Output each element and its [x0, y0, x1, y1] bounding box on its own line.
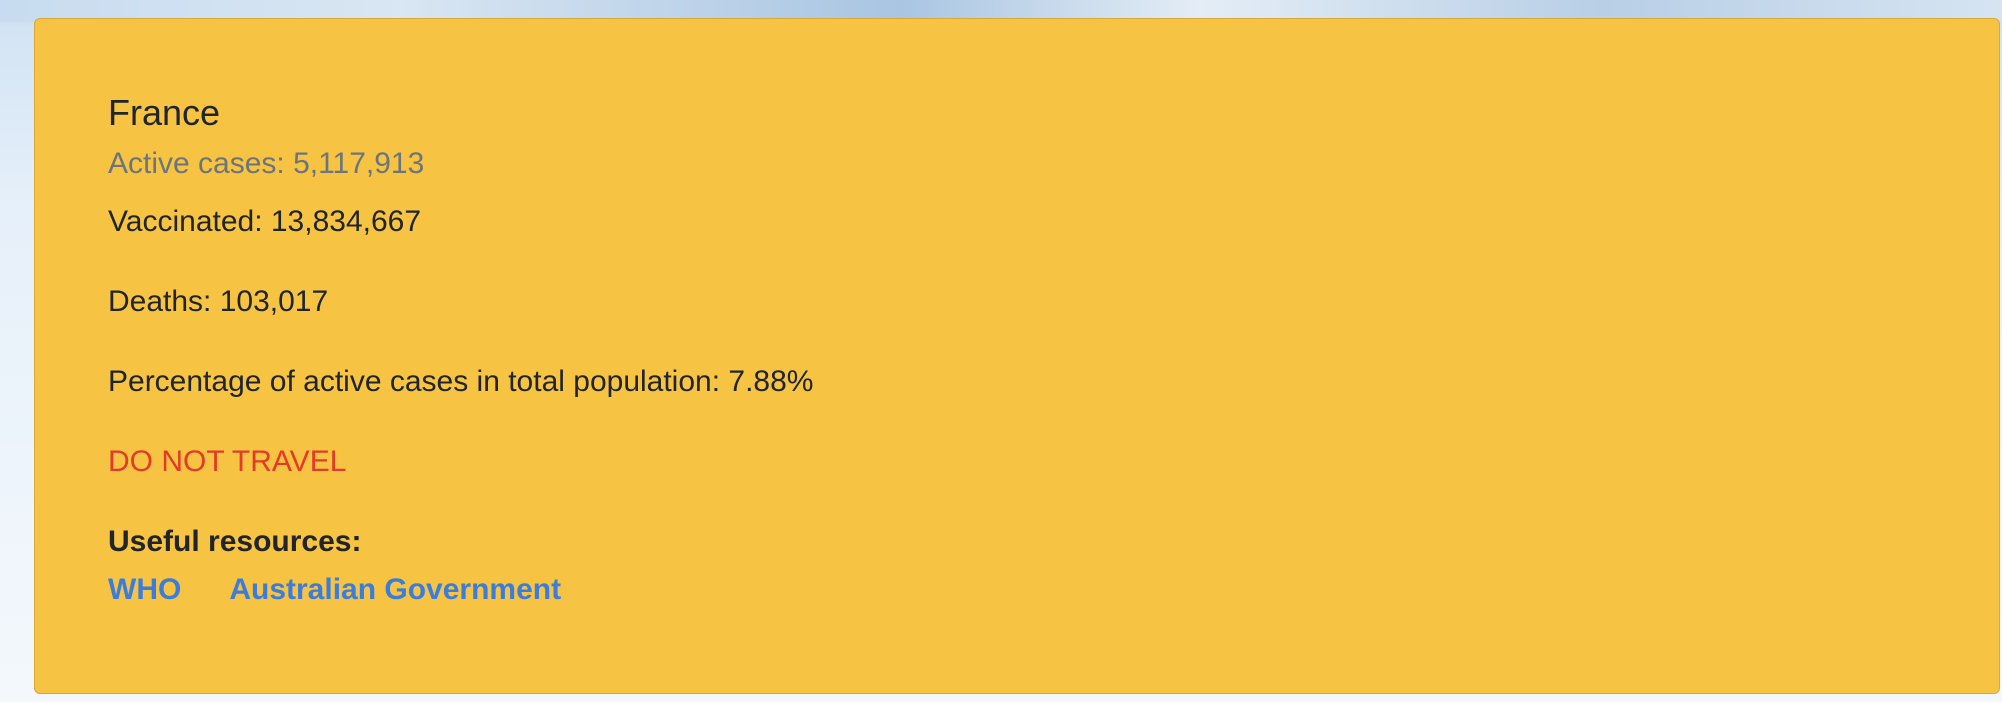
- card-body: France Active cases: 5,117,913 Vaccinate…: [108, 91, 1959, 609]
- who-link[interactable]: WHO: [108, 571, 181, 609]
- resources-heading: Useful resources:: [108, 525, 362, 558]
- travel-advisory: DO NOT TRAVEL: [108, 445, 347, 478]
- country-card: France Active cases: 5,117,913 Vaccinate…: [34, 18, 2000, 694]
- active-cases: Active cases: 5,117,913: [108, 147, 425, 180]
- vaccinated-count: Vaccinated: 13,834,667: [108, 205, 422, 238]
- australian-government-link[interactable]: Australian Government: [229, 571, 561, 609]
- country-title: France: [108, 92, 221, 133]
- active-percentage: Percentage of active cases in total popu…: [108, 365, 814, 398]
- resource-links: WHO Australian Government: [108, 571, 1959, 609]
- deaths-count: Deaths: 103,017: [108, 285, 329, 318]
